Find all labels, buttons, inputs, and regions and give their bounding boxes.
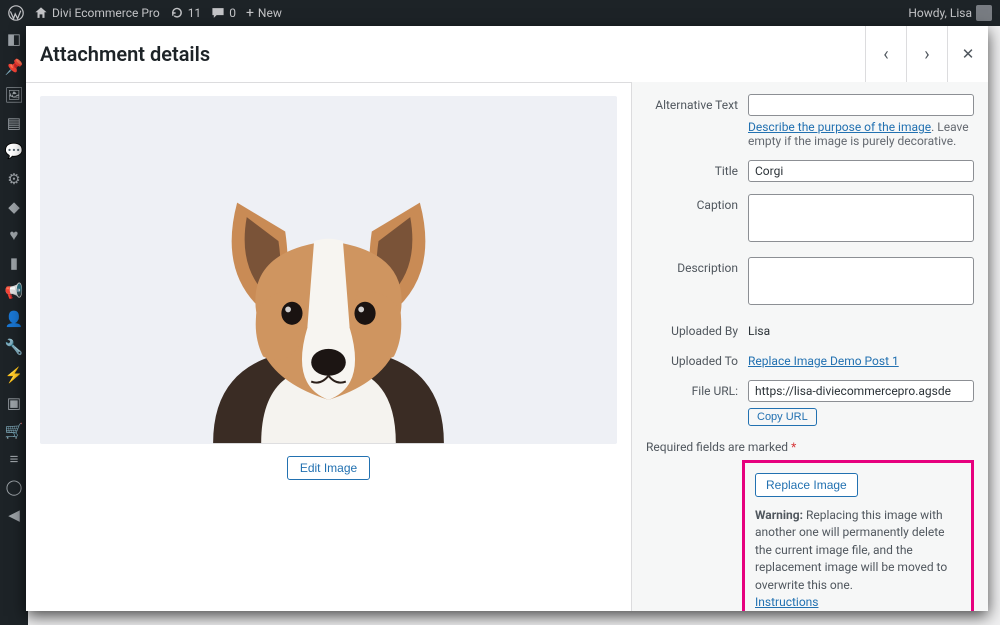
- copy-url-button[interactable]: Copy URL: [748, 408, 817, 426]
- alt-text-input[interactable]: [748, 94, 974, 116]
- posts-icon[interactable]: 📌: [5, 58, 23, 76]
- database-icon[interactable]: ≡: [5, 450, 23, 468]
- new-content-link[interactable]: + New: [246, 5, 282, 21]
- uploaded-to-link[interactable]: Replace Image Demo Post 1: [748, 354, 899, 368]
- instructions-link[interactable]: Instructions: [755, 595, 818, 609]
- file-url-input[interactable]: [748, 380, 974, 402]
- user-avatar-icon: [976, 5, 992, 21]
- more1-icon[interactable]: ▣: [5, 394, 23, 412]
- chevron-right-icon: ›: [924, 44, 929, 65]
- comments-icon[interactable]: 💬: [5, 142, 23, 160]
- alt-text-label: Alternative Text: [646, 94, 748, 148]
- title-label: Title: [646, 160, 748, 182]
- divi-icon[interactable]: ◯: [5, 478, 23, 496]
- wp-logo-icon[interactable]: [8, 5, 24, 21]
- required-note: Required fields are marked: [646, 440, 788, 454]
- corgi-image: [40, 96, 617, 444]
- title-input[interactable]: [748, 160, 974, 182]
- pages-icon[interactable]: ▤: [5, 114, 23, 132]
- chevron-left-icon: ‹: [883, 44, 888, 65]
- plugins-icon[interactable]: ◆: [5, 198, 23, 216]
- howdy-user[interactable]: Howdy, Lisa: [908, 5, 992, 21]
- file-url-label: File URL:: [646, 380, 748, 426]
- alt-help-link[interactable]: Describe the purpose of the image: [748, 120, 931, 134]
- wp-sidebar: ◧ 📌 🖼 ▤ 💬 ⚙ ◆ ♥ ▮ 📢 👤 🔧 ⚡ ▣ 🛒 ≡ ◯ ◀: [0, 26, 28, 625]
- users-icon[interactable]: 👤: [5, 310, 23, 328]
- caption-label: Caption: [646, 194, 748, 245]
- warning-label: Warning:: [755, 508, 803, 522]
- next-attachment-button[interactable]: ›: [906, 26, 947, 82]
- required-star: *: [791, 440, 796, 454]
- replace-image-box: Replace Image Warning: Replacing this im…: [742, 460, 974, 611]
- new-label: New: [258, 6, 282, 20]
- updates-count: 11: [188, 6, 202, 20]
- attachment-preview: [40, 96, 617, 444]
- media-icon[interactable]: 🖼: [5, 86, 23, 104]
- comments-count: 0: [229, 6, 236, 20]
- site-name: Divi Ecommerce Pro: [52, 6, 160, 20]
- tools-icon[interactable]: 🔧: [5, 338, 23, 356]
- heart-icon[interactable]: ♥: [5, 226, 23, 244]
- settings-icon[interactable]: ⚡: [5, 366, 23, 384]
- updates-link[interactable]: 11: [170, 6, 202, 20]
- howdy-text: Howdy, Lisa: [908, 6, 972, 20]
- uploaded-by-label: Uploaded By: [646, 320, 748, 338]
- uploaded-to-label: Uploaded To: [646, 350, 748, 368]
- close-modal-button[interactable]: ✕: [947, 26, 988, 82]
- appearance-icon[interactable]: ⚙: [5, 170, 23, 188]
- stats-icon[interactable]: ▮: [5, 254, 23, 272]
- prev-attachment-button[interactable]: ‹: [865, 26, 906, 82]
- description-input[interactable]: [748, 257, 974, 305]
- attachment-details-modal: Attachment details ‹ › ✕: [26, 26, 988, 611]
- edit-image-button[interactable]: Edit Image: [287, 456, 370, 480]
- modal-title: Attachment details: [40, 42, 210, 66]
- wp-admin-bar: Divi Ecommerce Pro 11 0 + New Howdy, Lis…: [0, 0, 1000, 26]
- collapse-icon[interactable]: ◀: [5, 506, 23, 524]
- uploaded-by-value: Lisa: [748, 320, 974, 338]
- speaker-icon[interactable]: 📢: [5, 282, 23, 300]
- cart-icon[interactable]: 🛒: [5, 422, 23, 440]
- caption-input[interactable]: [748, 194, 974, 242]
- comments-link[interactable]: 0: [211, 6, 236, 20]
- site-name-link[interactable]: Divi Ecommerce Pro: [34, 6, 160, 20]
- description-label: Description: [646, 257, 748, 308]
- dashboard-icon[interactable]: ◧: [5, 30, 23, 48]
- close-icon: ✕: [962, 45, 975, 63]
- replace-image-button[interactable]: Replace Image: [755, 473, 858, 497]
